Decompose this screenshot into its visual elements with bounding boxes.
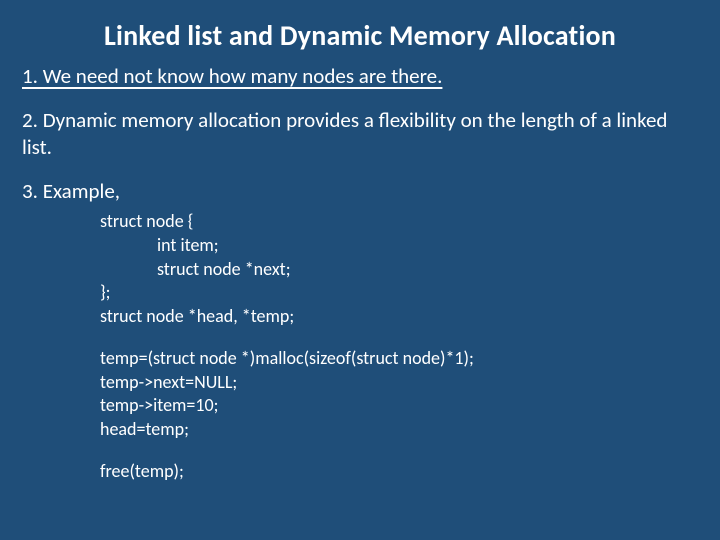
code-line: struct node *head, *temp; — [100, 305, 698, 329]
slide-title: Linked list and Dynamic Memory Allocatio… — [22, 18, 698, 53]
code-group-struct: struct node { int item; struct node *nex… — [100, 210, 698, 329]
code-line: temp->next=NULL; — [100, 371, 698, 395]
code-group-malloc: temp=(struct node *)malloc(sizeof(struct… — [100, 347, 698, 442]
slide: Linked list and Dynamic Memory Allocatio… — [0, 0, 720, 540]
code-line: struct node *next; — [100, 258, 698, 282]
bullet-point-3: 3. Example, — [22, 178, 698, 204]
bullet-point-1: 1. We need not know how many nodes are t… — [22, 63, 698, 89]
code-line: }; — [100, 281, 698, 305]
code-line: struct node { — [100, 210, 698, 234]
code-line: int item; — [100, 234, 698, 258]
code-group-free: free(temp); — [100, 460, 698, 484]
code-block: struct node { int item; struct node *nex… — [100, 210, 698, 484]
bullet-point-2: 2. Dynamic memory allocation provides a … — [22, 107, 698, 160]
code-line: free(temp); — [100, 460, 698, 484]
code-line: temp->item=10; — [100, 394, 698, 418]
code-line: head=temp; — [100, 418, 698, 442]
code-line: temp=(struct node *)malloc(sizeof(struct… — [100, 347, 698, 371]
